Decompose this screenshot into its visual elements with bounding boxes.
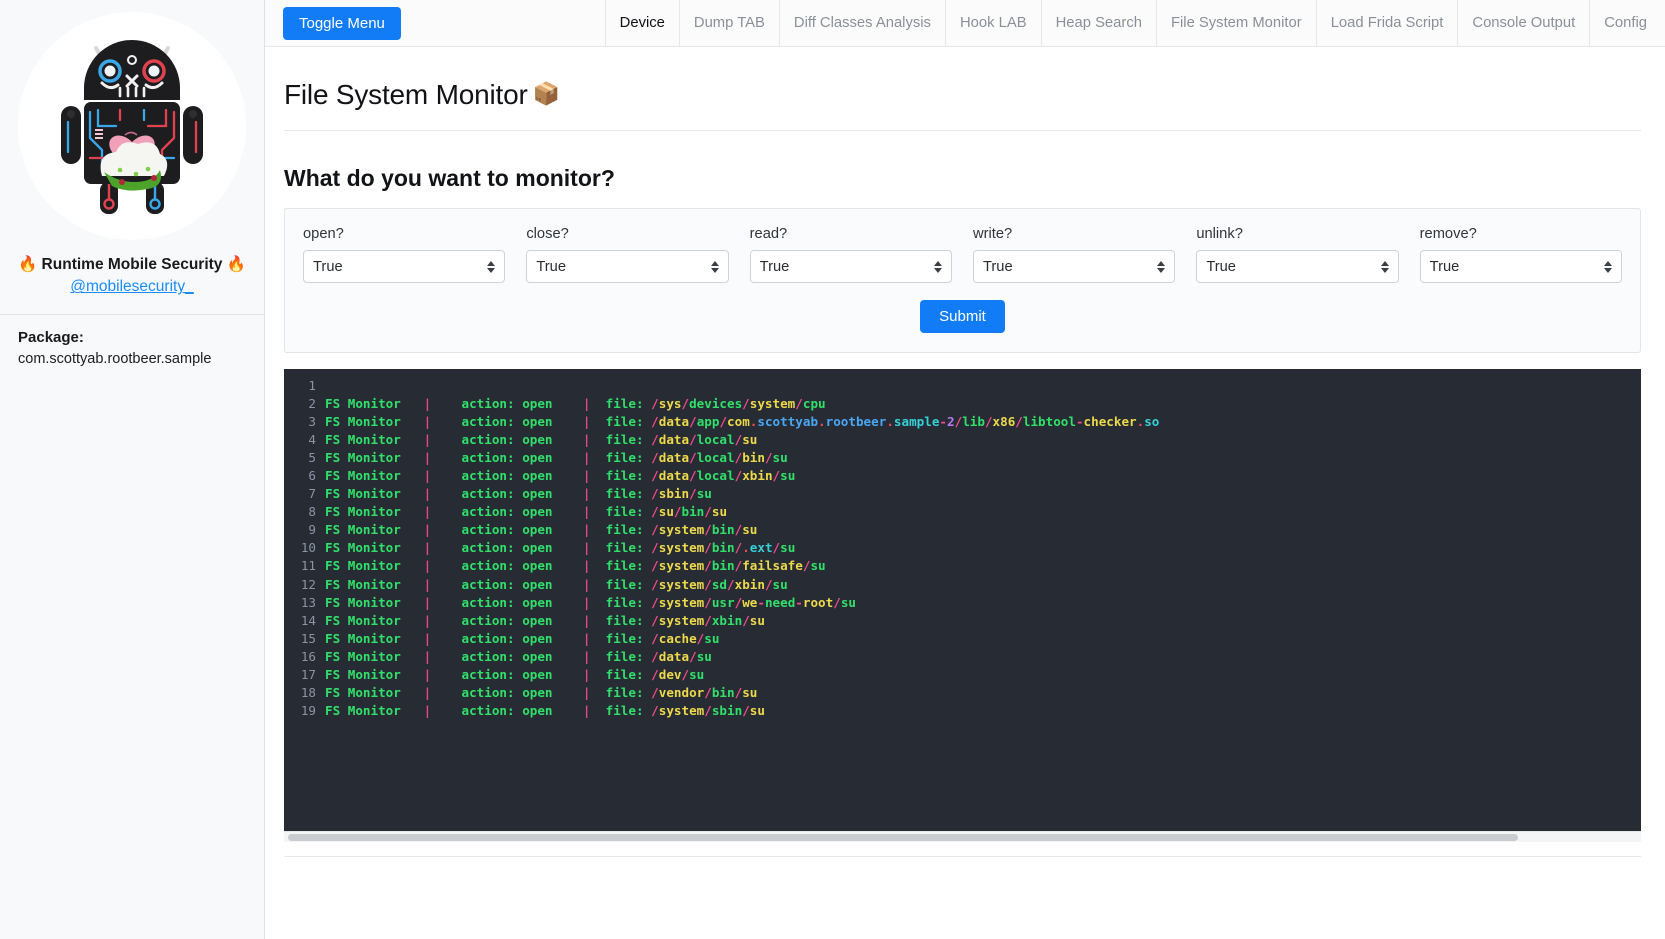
brand-title: 🔥 Runtime Mobile Security 🔥 — [17, 256, 247, 273]
select-value: True — [1206, 258, 1236, 275]
tab-load-frida-script[interactable]: Load Frida Script — [1315, 0, 1458, 46]
field-label-close: close? — [526, 226, 569, 242]
field-label-remove: remove? — [1419, 226, 1477, 242]
log-line: 9 FS Monitor | action: open | file: /syst… — [308, 522, 758, 538]
field-read: read? True — [749, 226, 952, 283]
select-write[interactable]: True — [972, 250, 1176, 283]
tab-device[interactable]: Device — [604, 0, 679, 46]
select-spinner-icon[interactable] — [710, 260, 719, 273]
log-line: 18 FS Monitor | action: open | file: /ven… — [300, 684, 758, 700]
log-line: 17 FS Monitor | action: open | file: /dev… — [300, 666, 705, 682]
package-label: Package: — [18, 329, 84, 347]
monitor-options-form: open? True close? True read? True write? True un… — [284, 208, 1641, 353]
select-close[interactable]: True — [526, 250, 729, 283]
log-line: 6 FS Monitor | action: open | file: /data… — [308, 468, 796, 484]
tab-dump-tab[interactable]: Dump TAB — [678, 0, 779, 46]
select-read[interactable]: True — [749, 250, 952, 283]
package-value: com.scottyab.rootbeer.sample — [18, 351, 212, 368]
log-horizontal-scrollbar[interactable] — [284, 831, 1641, 842]
log-line: 19 FS Monitor | action: open | file: /sys… — [300, 702, 765, 718]
console-output-panel: 1 2 FS Monitor | action: open | file: /sys… — [284, 369, 1641, 857]
log-line: 2 FS Monitor | action: open | file: /sys/… — [308, 396, 826, 412]
field-label-read: read? — [749, 226, 788, 242]
select-value: True — [1429, 258, 1460, 275]
toggle-menu-button[interactable]: Toggle Menu — [283, 6, 401, 40]
tab-diff-classes-analysis[interactable]: Diff Classes Analysis — [778, 0, 945, 46]
top-bar: Toggle Menu Device Dump TAB Diff Classes A… — [265, 0, 1665, 47]
tab-heap-search[interactable]: Heap Search — [1040, 0, 1156, 46]
nav-tabs: Device Dump TAB Diff Classes Analysis Hook … — [604, 0, 1665, 46]
select-spinner-icon[interactable] — [487, 260, 496, 273]
log-line: 7 FS Monitor | action: open | file: /sbin… — [308, 486, 712, 502]
field-remove: remove? True — [1419, 226, 1622, 283]
field-write: write? True — [972, 226, 1176, 283]
log-line: 14 FS Monitor | action: open | file: /sys… — [300, 612, 765, 628]
page-title: File System Monitor 📦 — [284, 79, 1641, 111]
log-scrollbar-thumb[interactable] — [288, 834, 1518, 841]
android-robot-avatar — [61, 40, 203, 214]
log-line: 13 FS Monitor | action: open | file: /sys… — [300, 594, 856, 610]
package-box-icon: 📦 — [532, 81, 560, 106]
tab-file-system-monitor[interactable]: File System Monitor — [1155, 0, 1316, 46]
page-content: File System Monitor 📦 What do you want to… — [265, 47, 1665, 939]
tab-console-output[interactable]: Console Output — [1457, 0, 1589, 46]
tab-config[interactable]: Config — [1589, 0, 1665, 46]
log-line: 8 FS Monitor | action: open | file: /su/b… — [308, 504, 728, 520]
select-unlink[interactable]: True — [1196, 250, 1399, 283]
select-value: True — [982, 258, 1013, 275]
log-line: 11 FS Monitor | action: open | file: /sys… — [300, 558, 826, 574]
package-block: Package: com.scottyab.rootbeer.sample — [0, 329, 264, 367]
log-line: 4 FS Monitor | action: open | file: /data… — [308, 432, 758, 448]
field-unlink: unlink? True — [1196, 226, 1399, 283]
log-line: 5 FS Monitor | action: open | file: /data… — [308, 450, 788, 466]
field-label-unlink: unlink? — [1196, 226, 1243, 242]
main-area: Toggle Menu Device Dump TAB Diff Classes A… — [265, 0, 1665, 939]
field-label-write: write? — [972, 226, 1013, 242]
fs-monitor-log[interactable]: 1 2 FS Monitor | action: open | file: /sys… — [284, 369, 1641, 831]
log-line: 3 FS Monitor | action: open | file: /data… — [308, 414, 1160, 430]
submit-row: Submit — [303, 300, 1622, 333]
log-line: 1 — [308, 378, 316, 393]
select-open[interactable]: True — [303, 250, 506, 283]
tab-hook-lab[interactable]: Hook LAB — [944, 0, 1041, 46]
sidebar: 🔥 Runtime Mobile Security 🔥 @mobilesecur… — [0, 0, 265, 939]
page-title-text: File System Monitor — [284, 79, 528, 110]
log-line: 10 FS Monitor | action: open | file: /sys… — [300, 540, 796, 556]
submit-button[interactable]: Submit — [920, 300, 1005, 333]
select-spinner-icon[interactable] — [1603, 260, 1612, 273]
log-line: 12 FS Monitor | action: open | file: /sys… — [300, 576, 788, 592]
avatar — [18, 12, 246, 240]
field-close: close? True — [526, 226, 729, 283]
brand-handle-link[interactable]: @mobilesecurity_ — [70, 278, 193, 296]
select-remove[interactable]: True — [1419, 250, 1622, 283]
monitor-fields-row: open? True close? True read? True write? True un… — [303, 226, 1622, 283]
log-line: 16 FS Monitor | action: open | file: /dat… — [300, 648, 712, 664]
bottom-divider — [284, 856, 1641, 857]
select-value: True — [536, 258, 566, 275]
select-spinner-icon[interactable] — [1157, 260, 1166, 273]
log-line: 15 FS Monitor | action: open | file: /cac… — [300, 630, 720, 646]
select-spinner-icon[interactable] — [933, 260, 942, 273]
sidebar-divider — [0, 314, 264, 316]
title-divider — [284, 130, 1641, 131]
section-heading: What do you want to monitor? — [284, 165, 615, 191]
field-label-open: open? — [303, 226, 344, 242]
select-value: True — [759, 258, 790, 275]
field-open: open? True — [303, 226, 506, 283]
select-spinner-icon[interactable] — [1380, 260, 1389, 273]
select-value: True — [313, 258, 343, 275]
